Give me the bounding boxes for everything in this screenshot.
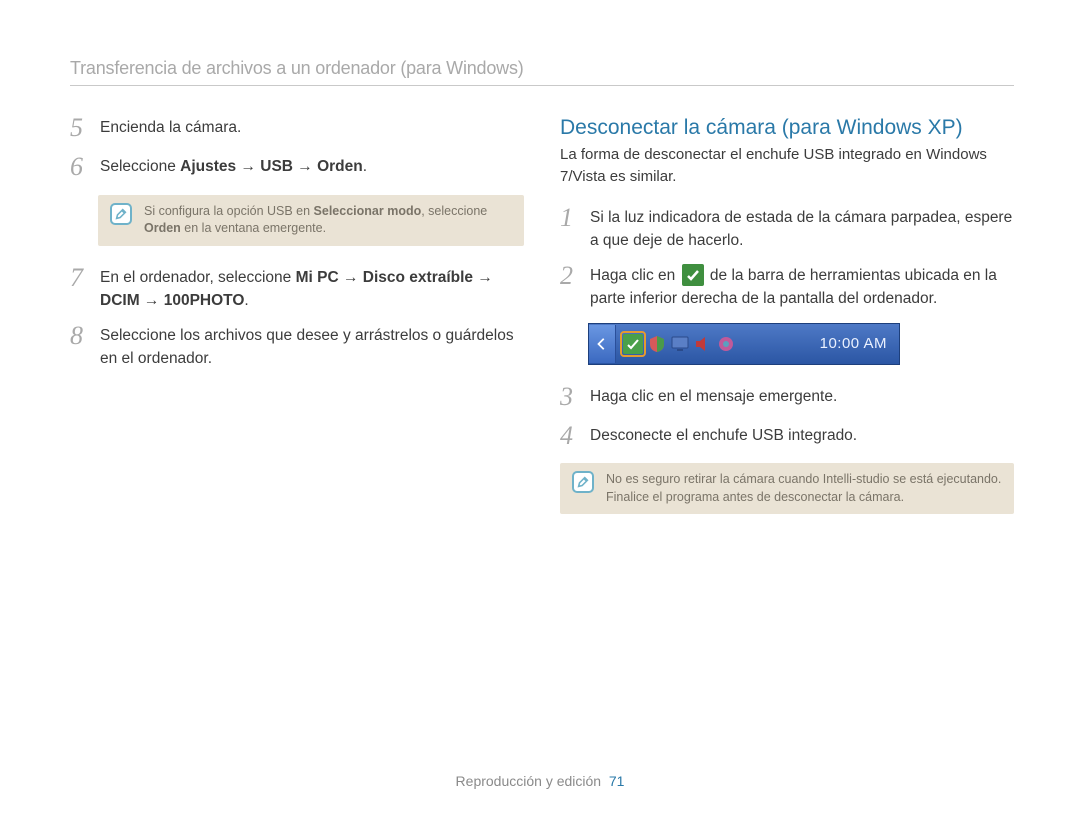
page-footer: Reproducción y edición 71 [0,773,1080,789]
note-safety-line1: No es seguro retirar la cámara cuando In… [606,472,1001,486]
note-box-safety: No es seguro retirar la cámara cuando In… [560,463,1014,514]
step-6: 6 Seleccione Ajustes → USB → Orden. [70,155,524,182]
r-step-3: 3 Haga clic en el mensaje emergente. [560,385,1014,412]
step-text: Desconecte el enchufe USB integrado. [590,424,1014,447]
step-text: Seleccione Ajustes → USB → Orden. [100,155,524,178]
tray-app-icon [716,334,736,354]
step-6-suffix: . [363,158,367,175]
step-number: 2 [560,262,584,289]
r-step-2: 2 Haga clic en de la barra de herramient… [560,264,1014,311]
step-text: Si la luz indicadora de estada de la cám… [590,206,1014,253]
note-mid: , seleccione [421,204,487,218]
header-title: Transferencia de archivos a un ordenador… [70,58,524,78]
note-box-usb: Si configura la opción USB en Selecciona… [98,195,524,246]
step-number: 4 [560,422,584,449]
note-b1: Seleccionar modo [314,204,422,218]
note-icon [110,203,132,225]
note-b2: Orden [144,221,181,235]
pencil-icon [114,207,128,221]
footer-page-number: 71 [609,773,625,789]
step-text: Haga clic en el mensaje emergente. [590,385,1014,408]
step-number: 3 [560,383,584,410]
step-number: 8 [70,322,94,349]
step-7-prefix: En el ordenador, seleccione [100,269,296,286]
note-safety-line2: Finalice el programa antes de desconecta… [606,490,904,504]
two-column-layout: 5 Encienda la cámara. 6 Seleccione Ajust… [70,116,1014,534]
r-step-4: 4 Desconecte el enchufe USB integrado. [560,424,1014,451]
step-text: Seleccione los archivos que desee y arrá… [100,324,524,371]
step-text: En el ordenador, seleccione Mi PC → Disc… [100,266,524,313]
footer-section: Reproducción y edición [456,773,602,789]
step-number: 7 [70,264,94,291]
tray-shield-icon [647,334,667,354]
taskbar-expand-arrow [589,325,616,363]
tray-safely-remove-icon [622,333,644,355]
step-8: 8 Seleccione los archivos que desee y ar… [70,324,524,371]
section-intro: La forma de desconectar el enchufe USB i… [560,144,1014,188]
note-text: Si configura la opción USB en Selecciona… [144,203,512,238]
r-step-2-pre: Haga clic en [590,267,680,284]
step-6-bold: Ajustes → USB → Orden [180,158,363,175]
note-pre: Si configura la opción USB en [144,204,314,218]
tray-monitor-icon [670,334,690,354]
step-number: 5 [70,114,94,141]
tray-icons [616,333,742,355]
note-text: No es seguro retirar la cámara cuando In… [606,471,1001,506]
step-7: 7 En el ordenador, seleccione Mi PC → Di… [70,266,524,313]
page-header: Transferencia de archivos a un ordenador… [70,58,1014,86]
step-number: 1 [560,204,584,231]
section-title: Desconectar la cámara (para Windows XP) [560,116,1014,140]
step-text: Haga clic en de la barra de herramientas… [590,264,1014,311]
taskbar-screenshot: 10:00 AM [588,323,900,365]
taskbar-clock: 10:00 AM [820,335,899,352]
step-6-prefix: Seleccione [100,158,180,175]
step-number: 6 [70,153,94,180]
tray-volume-icon [693,334,713,354]
step-7-suffix: . [244,292,248,309]
pencil-icon [576,475,590,489]
step-5: 5 Encienda la cámara. [70,116,524,143]
note-post: en la ventana emergente. [181,221,326,235]
right-column: Desconectar la cámara (para Windows XP) … [560,116,1014,534]
chevron-left-icon [595,337,609,351]
step-text: Encienda la cámara. [100,116,524,139]
note-icon [572,471,594,493]
safely-remove-icon [682,264,704,286]
left-column: 5 Encienda la cámara. 6 Seleccione Ajust… [70,116,524,534]
r-step-1: 1 Si la luz indicadora de estada de la c… [560,206,1014,253]
